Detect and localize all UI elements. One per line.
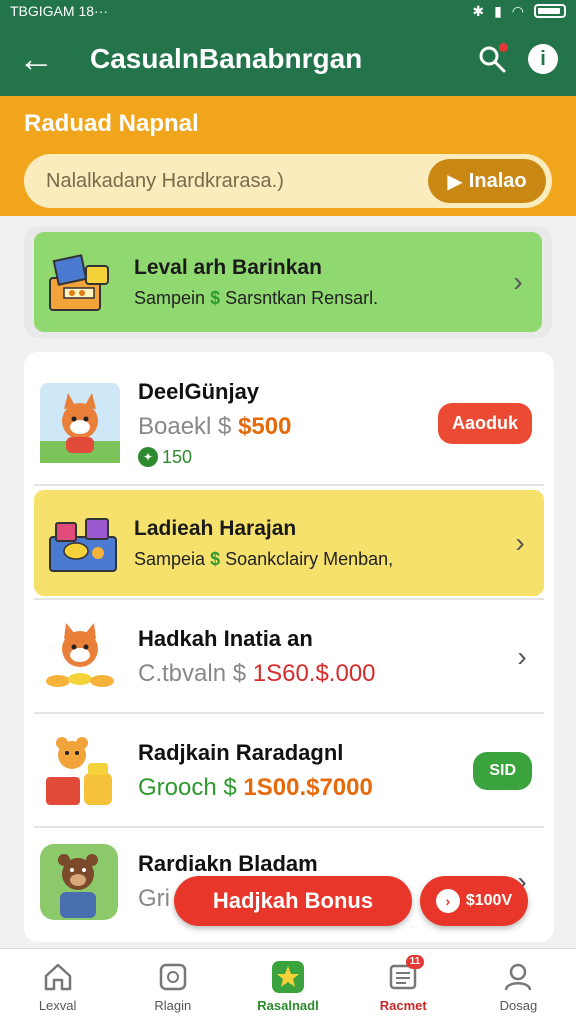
nav-item-level[interactable]: Lexval	[0, 949, 115, 1024]
offers-list: DeelGünjay Boaekl $ $500 ✦ 150 Aaoduk La…	[24, 352, 554, 942]
next-button[interactable]: › $100V	[420, 876, 528, 926]
dollar-icon: $	[210, 287, 221, 308]
wifi-icon: ◠	[511, 2, 524, 19]
list-item[interactable]: DeelGünjay Boaekl $ $500 ✦ 150 Aaoduk	[34, 362, 544, 486]
status-icons: ✱ ▮ ◠	[472, 3, 566, 20]
coin-count-value: 150	[162, 446, 193, 467]
list-item-title: DeelGünjay	[138, 378, 260, 404]
list-item[interactable]: Ladieah Harajan Sampeia $ Soankclairy Me…	[34, 488, 544, 600]
level-card-sub-prefix: Sampein	[134, 287, 206, 308]
star-icon	[272, 961, 304, 993]
treasure-box-icon	[49, 518, 117, 572]
level-card-subtitle: Sampein $ Sarsntkan Rensarl.	[134, 288, 508, 309]
list-item-title: Radjkain Raradagnl	[138, 740, 344, 765]
nav-item-racmet[interactable]: 11 Racmet	[346, 949, 461, 1024]
sub-prefix: Sampeia	[134, 548, 206, 569]
action-button[interactable]: SID	[473, 752, 532, 790]
nav-label: Lexval	[38, 998, 77, 1013]
list-item[interactable]: Hadkah Inatia an C.tbvaln $ 1S60.$.000 ›	[34, 602, 544, 714]
level-card-title: Leval arh Barinkan	[134, 255, 322, 279]
nav-item-dosag[interactable]: Dosag	[461, 949, 576, 1024]
nav-label: Dosag	[499, 998, 538, 1013]
nav-label: Rlagin	[154, 998, 192, 1013]
list-item-price: Boaekl $ $500	[138, 413, 438, 441]
user-icon	[505, 963, 532, 991]
status-bar: TBGIGAM 18··· ✱ ▮ ◠	[0, 0, 576, 22]
bottom-nav: Lexval Rlagin Rasalnadl 11 Racmet Dosag	[0, 948, 576, 1024]
fox-coins-icon	[46, 623, 114, 687]
list-item-text: Hadkah Inatia an C.tbvaln $ 1S60.$.000	[122, 626, 512, 688]
promo-submit-label: Inalao	[468, 169, 527, 192]
app-bar: ← CasualnBanabnrgan i	[0, 22, 576, 96]
list-item-price: Grooch $ 1S00.$7000	[138, 774, 473, 802]
notification-dot	[499, 43, 508, 52]
bear-character-icon	[40, 844, 118, 920]
back-button[interactable]: ←	[18, 41, 66, 77]
list-item-subtitle: Sampeia $ Soankclairy Menban,	[134, 549, 510, 570]
list-item-highlight: Ladieah Harajan Sampeia $ Soankclairy Me…	[34, 490, 544, 596]
battery-icon	[534, 4, 566, 18]
list-item-title: Hadkah Inatia an	[138, 626, 313, 651]
bear-honey-icon	[46, 737, 112, 805]
nav-item-rasalnadl[interactable]: Rasalnadl	[230, 949, 345, 1024]
add-button[interactable]: Aaoduk	[437, 402, 532, 444]
app-title: CasualnBanabnrgan	[90, 43, 363, 74]
list-item-title: Ladieah Harajan	[134, 516, 297, 540]
sub-suffix: Soankclairy Menban,	[225, 548, 394, 569]
signal-icon: ▮	[494, 2, 502, 19]
square-icon	[159, 963, 187, 991]
list-item-title: Rardiakn Bladam	[138, 851, 318, 876]
chevron-right-icon: ›	[513, 266, 523, 297]
price-prefix: Boaekl $	[138, 412, 232, 440]
promo-title: Raduad Napnal	[24, 110, 199, 137]
home-icon	[44, 963, 71, 991]
list-item-text: Radjkain Raradagnl Grooch $ 1S00.$7000	[122, 740, 473, 802]
level-card-text: Leval arh Barinkan Sampein $ Sarsntkan R…	[122, 256, 508, 309]
notification-badge: 11	[405, 955, 425, 969]
chevron-right-icon: ›	[515, 527, 525, 558]
list-item-price: C.tbvaln $ 1S60.$.000	[138, 660, 512, 688]
promo-submit-button[interactable]: ▶ Inalao	[428, 159, 546, 203]
level-card[interactable]: Leval arh Barinkan Sampein $ Sarsntkan R…	[24, 226, 552, 338]
fox-character-icon	[40, 383, 120, 463]
price-value: 1S60.$.000	[252, 660, 376, 687]
level-card-inner: Leval arh Barinkan Sampein $ Sarsntkan R…	[34, 232, 542, 332]
promo-input-wrapper: ▶ Inalao	[24, 154, 552, 208]
nav-label: Rasalnadl	[257, 998, 319, 1013]
bonus-button[interactable]: Hadjkah Bonus	[174, 876, 412, 926]
list-item[interactable]: Radjkain Raradagnl Grooch $ 1S00.$7000 S…	[34, 716, 544, 828]
coin-icon: ✦	[138, 447, 158, 467]
dollar-icon: $	[210, 548, 221, 569]
list-item-text: Ladieah Harajan Sampeia $ Soankclairy Me…	[122, 517, 510, 570]
promo-section: Raduad Napnal ▶ Inalao	[0, 96, 576, 216]
bluetooth-icon: ✱	[472, 2, 485, 19]
play-icon: ▶	[447, 170, 463, 193]
next-button-label: $100V	[465, 892, 513, 909]
nav-label: Racmet	[379, 998, 427, 1013]
nav-item-login[interactable]: Rlagin	[115, 949, 230, 1024]
price-prefix: Grooch $	[138, 774, 237, 801]
price-value: $500	[238, 412, 292, 440]
arrow-right-icon: ›	[435, 889, 460, 913]
chevron-right-icon: ›	[517, 641, 527, 672]
coin-count: ✦ 150	[138, 447, 438, 468]
treasure-chest-icon	[49, 254, 109, 311]
price-value: 1S00.$7000	[243, 774, 373, 801]
search-button[interactable]	[468, 35, 516, 83]
price-prefix: C.tbvaln $	[138, 660, 247, 687]
promo-code-input[interactable]	[46, 169, 428, 193]
list-item-text: DeelGünjay Boaekl $ $500 ✦ 150	[122, 379, 438, 468]
status-left-text: TBGIGAM 18···	[10, 3, 109, 19]
level-card-sub-suffix: Sarsntkan Rensarl.	[225, 287, 379, 308]
info-button[interactable]: i	[528, 44, 558, 74]
